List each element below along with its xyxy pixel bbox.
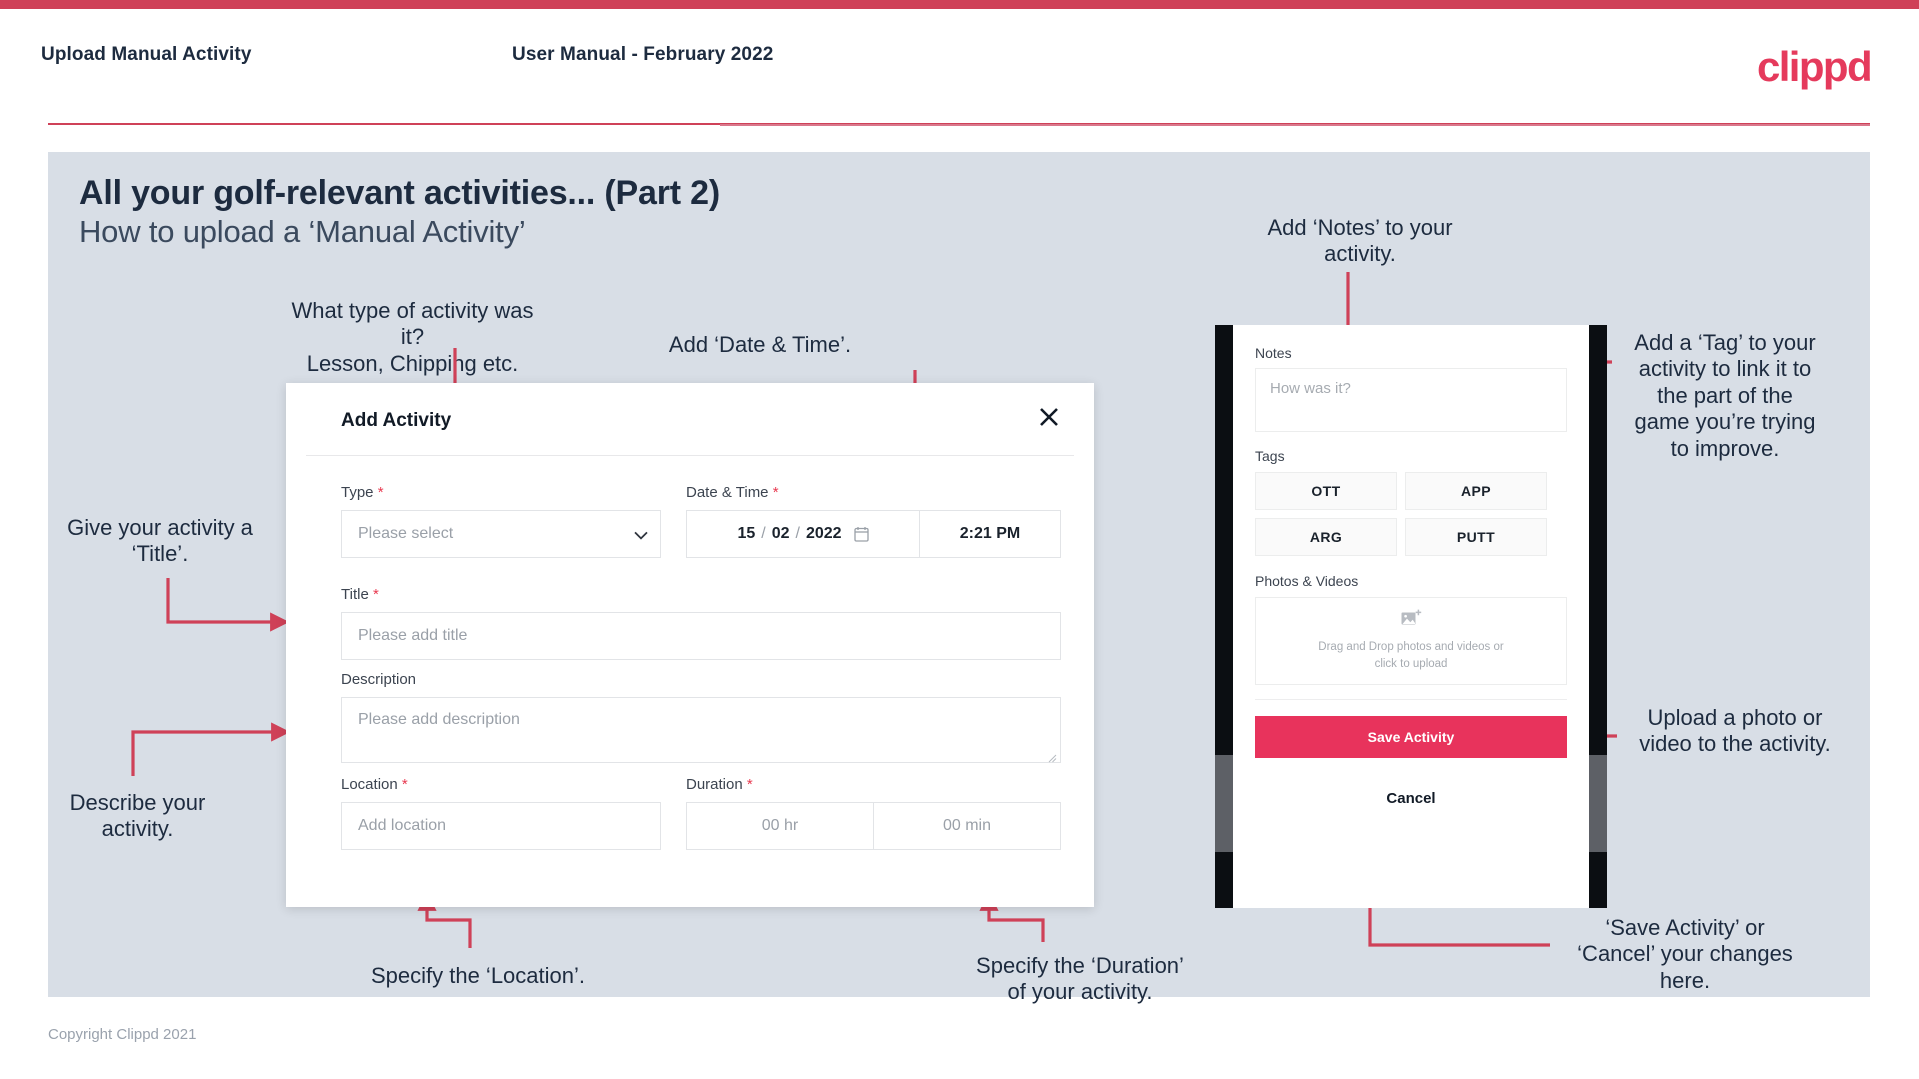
datetime-label: Date & Time * <box>686 484 779 501</box>
phone-screen: Notes How was it? Tags OTT APP ARG PUTT … <box>1233 325 1589 908</box>
location-placeholder: Add location <box>358 817 447 834</box>
chevron-down-icon <box>634 527 648 540</box>
date-month: 02 <box>771 525 790 542</box>
phone-frame-accent-left <box>1215 755 1233 852</box>
phone-frame-accent-right <box>1589 755 1607 852</box>
location-input[interactable]: Add location <box>341 802 661 850</box>
dropzone-line-1: Drag and Drop photos and videos or <box>1318 640 1504 653</box>
header-center-title: User Manual - February 2022 <box>512 44 774 65</box>
required-marker: * <box>372 586 379 603</box>
duration-field-group: Duration * 00 hr 00 min <box>686 776 1061 850</box>
dialog-title: Add Activity <box>341 410 452 431</box>
date-day: 15 <box>737 525 756 542</box>
type-select[interactable]: Please select <box>341 510 661 558</box>
tag-button-ott[interactable]: OTT <box>1255 472 1397 510</box>
phone-mockup: Notes How was it? Tags OTT APP ARG PUTT … <box>1215 325 1607 908</box>
top-accent-bar <box>0 0 1919 9</box>
annotation-photos: Upload a photo or video to the activity. <box>1639 705 1831 757</box>
description-placeholder: Please add description <box>358 711 520 728</box>
required-marker: * <box>772 484 779 501</box>
annotation-datetime: Add ‘Date & Time’. <box>668 332 852 357</box>
annotation-tags: Add a ‘Tag’ to your activity to link it … <box>1634 330 1816 461</box>
notes-label: Notes <box>1255 345 1292 361</box>
resize-handle-icon[interactable] <box>1047 750 1057 763</box>
tags-grid: OTT APP ARG PUTT <box>1255 472 1567 556</box>
annotation-duration: Specify the ‘Duration’ of your activity. <box>976 953 1184 1005</box>
notes-textarea[interactable]: How was it? <box>1255 368 1567 432</box>
dropzone-line-2: click to upload <box>1374 658 1448 670</box>
description-textarea[interactable]: Please add description <box>341 697 1061 763</box>
title-input[interactable]: Please add title <box>341 612 1061 660</box>
duration-label: Duration * <box>686 776 753 793</box>
tag-button-app[interactable]: APP <box>1405 472 1547 510</box>
dialog-divider <box>306 455 1074 456</box>
add-image-icon <box>1401 609 1422 633</box>
type-field-group: Type * Please select <box>341 484 661 558</box>
photo-upload-dropzone[interactable]: Drag and Drop photos and videos or click… <box>1255 597 1567 685</box>
location-field-group: Location * Add location <box>341 776 661 850</box>
time-input[interactable]: 2:21 PM <box>919 510 1061 558</box>
duration-inputs: 00 hr 00 min <box>686 802 1061 850</box>
required-marker: * <box>746 776 753 793</box>
description-label: Description <box>341 671 417 688</box>
type-label: Type * <box>341 484 384 501</box>
page-subtitle: How to upload a ‘Manual Activity’ <box>79 214 526 249</box>
title-label: Title * <box>341 586 379 603</box>
dropzone-text: Drag and Drop photos and videos or click… <box>1318 639 1503 674</box>
annotation-title: Give your activity a ‘Title’. <box>67 515 253 567</box>
tag-button-arg[interactable]: ARG <box>1255 518 1397 556</box>
required-marker: * <box>401 776 408 793</box>
close-icon[interactable] <box>1032 400 1066 434</box>
header-left-title: Upload Manual Activity <box>41 44 252 65</box>
photos-label: Photos & Videos <box>1255 573 1359 589</box>
duration-hours-input[interactable]: 00 hr <box>686 802 873 850</box>
calendar-icon[interactable] <box>853 526 869 542</box>
required-marker: * <box>377 484 384 501</box>
description-field-group: Description Please add description <box>341 671 1061 763</box>
date-sep-1: / <box>761 525 766 542</box>
datetime-field-group: Date & Time * 15 / 02 / 2022 2:21 PM <box>686 484 1061 558</box>
annotation-type: What type of activity was it? Lesson, Ch… <box>291 298 534 376</box>
type-placeholder: Please select <box>358 525 454 542</box>
location-label: Location * <box>341 776 408 793</box>
annotation-location: Specify the ‘Location’. <box>370 963 586 988</box>
tags-label: Tags <box>1255 448 1285 464</box>
page-title: All your golf-relevant activities... (Pa… <box>79 174 720 212</box>
clippd-logo: clippd <box>1756 43 1873 90</box>
title-field-group: Title * Please add title <box>341 586 1061 660</box>
datetime-inputs: 15 / 02 / 2022 2:21 PM <box>686 510 1061 558</box>
notes-placeholder: How was it? <box>1270 380 1351 397</box>
add-activity-dialog: Add Activity Type * Please select Date &… <box>286 383 1094 907</box>
date-sep-2: / <box>795 525 800 542</box>
annotation-save: ‘Save Activity’ or ‘Cancel’ your changes… <box>1577 915 1793 993</box>
date-input[interactable]: 15 / 02 / 2022 <box>686 510 919 558</box>
header-divider-light <box>720 124 1870 126</box>
slide-root: Upload Manual Activity User Manual - Feb… <box>0 0 1919 1079</box>
tag-button-putt[interactable]: PUTT <box>1405 518 1547 556</box>
annotation-description: Describe your activity. <box>69 790 206 842</box>
save-activity-button[interactable]: Save Activity <box>1255 716 1567 758</box>
phone-divider <box>1255 699 1567 700</box>
annotation-notes: Add ‘Notes’ to your activity. <box>1267 215 1453 267</box>
title-placeholder: Please add title <box>358 627 468 644</box>
footer-copyright: Copyright Clippd 2021 <box>48 1026 197 1043</box>
duration-minutes-input[interactable]: 00 min <box>873 802 1061 850</box>
date-year: 2022 <box>805 525 842 542</box>
cancel-button[interactable]: Cancel <box>1255 790 1567 807</box>
